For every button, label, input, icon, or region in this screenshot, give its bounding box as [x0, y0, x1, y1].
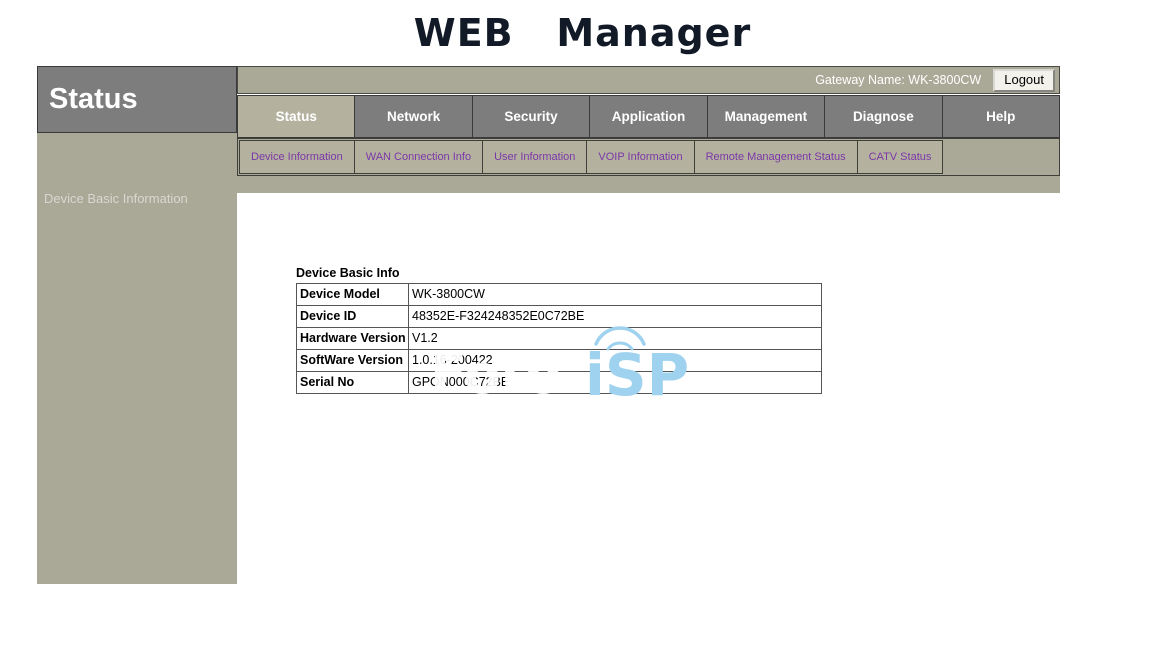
page-title: WEB Manager: [413, 11, 752, 55]
row-value-software-version: 1.0.16-200422: [408, 349, 822, 372]
table-row: Hardware Version V1.2: [296, 327, 822, 350]
table-row: SoftWare Version 1.0.16-200422: [296, 349, 822, 372]
content-area: Device Basic Info Device Model WK-3800CW…: [237, 256, 1165, 650]
table-caption: Device Basic Info: [296, 266, 400, 280]
device-basic-info-table: Device Model WK-3800CW Device ID 48352E-…: [296, 283, 822, 394]
sidebar-item-device-basic-information[interactable]: Device Basic Information: [37, 190, 237, 208]
row-label-hardware-version: Hardware Version: [296, 327, 409, 350]
logout-button[interactable]: Logout: [993, 68, 1055, 92]
tab-diagnose[interactable]: Diagnose: [824, 95, 943, 138]
row-label-software-version: SoftWare Version: [296, 349, 409, 372]
panel-divider-strip: [237, 176, 1060, 193]
sidebar-section-title: Status: [49, 83, 138, 115]
subtab-voip-information[interactable]: VOIP Information: [587, 141, 695, 173]
tab-application[interactable]: Application: [589, 95, 708, 138]
subtab-user-information[interactable]: User Information: [483, 141, 588, 173]
main-tab-bar: Status Network Security Application Mana…: [237, 95, 1060, 138]
table-row: Device ID 48352E-F324248352E0C72BE: [296, 305, 822, 328]
gateway-bar: Gateway Name: WK-3800CW Logout: [237, 66, 1060, 94]
subtab-wan-connection-info[interactable]: WAN Connection Info: [354, 141, 484, 173]
subtab-catv-status[interactable]: CATV Status: [857, 141, 943, 173]
sidebar-menu: Device Basic Information: [37, 133, 237, 208]
row-label-serial-no: Serial No: [296, 371, 409, 394]
subtab-remote-management-status[interactable]: Remote Management Status: [694, 141, 858, 173]
tab-management[interactable]: Management: [706, 95, 826, 138]
table-row: Serial No GPON000C72BE: [296, 371, 822, 394]
tab-status[interactable]: Status: [237, 95, 356, 138]
content-inner: Device Basic Info Device Model WK-3800CW…: [237, 256, 1165, 394]
page-banner: WEB Manager: [0, 0, 1165, 66]
main-frame: Status Device Basic Information Gateway …: [0, 66, 1165, 650]
sub-tab-group: Device Information WAN Connection Info U…: [239, 140, 944, 174]
row-value-device-id: 48352E-F324248352E0C72BE: [408, 305, 822, 328]
gateway-name-label: Gateway Name: WK-3800CW: [815, 73, 982, 87]
tab-help[interactable]: Help: [941, 95, 1060, 138]
sidebar: Status Device Basic Information: [37, 66, 237, 584]
sidebar-header: Status: [37, 66, 237, 133]
row-label-device-id: Device ID: [296, 305, 409, 328]
row-label-device-model: Device Model: [296, 283, 409, 306]
tab-security[interactable]: Security: [471, 95, 591, 138]
row-value-device-model: WK-3800CW: [408, 283, 822, 306]
tab-network[interactable]: Network: [354, 95, 473, 138]
sub-tab-bar: Device Information WAN Connection Info U…: [237, 138, 1060, 176]
row-value-serial-no: GPON000C72BE: [408, 371, 822, 394]
table-row: Device Model WK-3800CW: [296, 283, 822, 306]
row-value-hardware-version: V1.2: [408, 327, 822, 350]
subtab-device-information[interactable]: Device Information: [240, 141, 355, 173]
